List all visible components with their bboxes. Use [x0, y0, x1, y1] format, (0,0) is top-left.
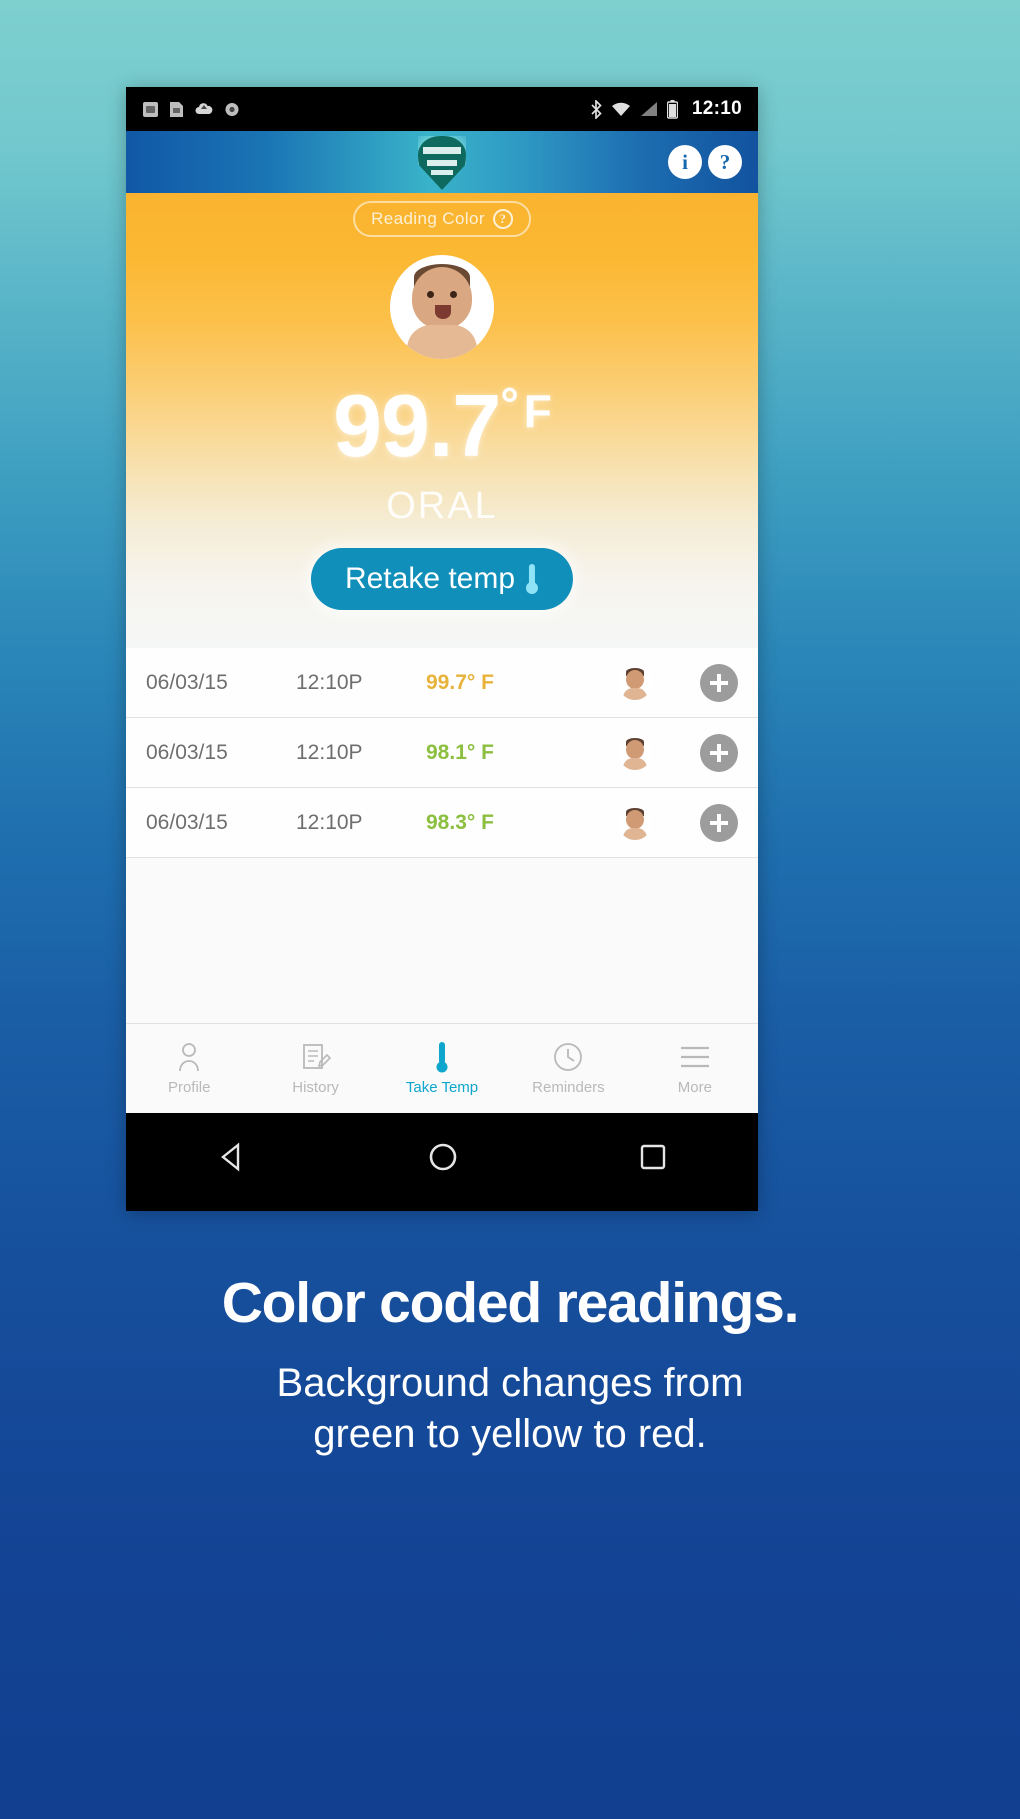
- tab-label: Take Temp: [405, 1079, 479, 1096]
- tab-more[interactable]: More: [632, 1024, 758, 1113]
- reading-color-legend-button[interactable]: Reading Color ?: [353, 201, 531, 237]
- person-icon: [176, 1041, 202, 1073]
- add-note-button[interactable]: [700, 733, 738, 772]
- thermometer-icon: [525, 564, 539, 594]
- row-date: 06/03/15: [146, 810, 228, 834]
- row-time: 12:10P: [296, 740, 363, 764]
- kinsa-shield-logo-icon: [418, 136, 466, 190]
- info-icon[interactable]: i: [668, 145, 702, 179]
- current-temperature: 99.7° F: [126, 375, 758, 477]
- question-glyph: ?: [499, 211, 507, 226]
- table-row[interactable]: 06/03/15 12:10P 98.1° F: [126, 718, 758, 788]
- row-time: 12:10P: [296, 810, 363, 834]
- bottom-tab-bar: Profile History Take Temp Reminders More: [126, 1023, 758, 1113]
- tab-label: Reminders: [532, 1079, 605, 1096]
- baby-avatar-icon: [390, 255, 494, 359]
- reading-mode-label: ORAL: [386, 485, 498, 527]
- tab-profile[interactable]: Profile: [126, 1024, 252, 1113]
- row-date: 06/03/15: [146, 740, 228, 764]
- sync-icon: [225, 102, 239, 116]
- tab-take-temp[interactable]: Take Temp: [379, 1024, 505, 1113]
- sd-card-icon: [170, 101, 183, 117]
- recents-icon[interactable]: [637, 1141, 669, 1173]
- row-avatar: [602, 805, 668, 840]
- tab-label: Profile: [167, 1079, 211, 1096]
- app-header: i ?: [126, 131, 758, 193]
- battery-icon: [666, 99, 678, 119]
- status-right-icons: 12:10: [590, 98, 742, 120]
- reading-history-list: 06/03/15 12:10P 99.7° F 06/03/15 12:10P …: [126, 648, 758, 1023]
- wifi-icon: [611, 102, 630, 116]
- bluetooth-icon: [591, 99, 602, 119]
- status-left-icons: [142, 101, 241, 118]
- info-glyph: i: [682, 149, 688, 174]
- tab-reminders[interactable]: Reminders: [505, 1024, 631, 1113]
- signal-icon: [640, 102, 657, 116]
- row-add-cell: [668, 663, 738, 702]
- android-status-bar: 12:10: [126, 87, 758, 131]
- header-actions: i ?: [668, 145, 742, 179]
- add-note-button[interactable]: [700, 663, 738, 702]
- row-temperature: 98.1° F: [426, 740, 494, 764]
- row-date: 06/03/15: [146, 670, 228, 694]
- add-note-button[interactable]: [700, 803, 738, 842]
- reading-color-label: Reading Color: [371, 209, 485, 228]
- row-avatar: [602, 665, 668, 700]
- tab-label: More: [677, 1079, 712, 1096]
- tab-label: History: [292, 1079, 339, 1096]
- note-edit-icon: [301, 1041, 331, 1073]
- android-nav-bar: [126, 1113, 758, 1201]
- status-clock: 12:10: [691, 98, 742, 119]
- caption-title: Color coded readings.: [221, 1271, 800, 1335]
- avatar[interactable]: [390, 255, 494, 359]
- retake-temp-button[interactable]: Retake temp: [310, 548, 574, 610]
- baby-avatar-icon: [618, 665, 652, 700]
- phone-mockup: 12:10 i ? Reading Color ? 99.7° F ORAL R…: [126, 87, 758, 1211]
- temperature-unit: F: [523, 385, 552, 437]
- baby-avatar-icon: [618, 735, 652, 770]
- row-add-cell: [668, 803, 738, 842]
- cloud-icon: [195, 102, 213, 114]
- table-row[interactable]: 06/03/15 12:10P 98.3° F: [126, 788, 758, 858]
- back-icon[interactable]: [215, 1140, 249, 1174]
- caption-subtitle-line2: green to yellow to red.: [313, 1412, 707, 1457]
- question-mark-icon[interactable]: ?: [492, 209, 513, 229]
- clock-icon: [553, 1041, 583, 1073]
- row-time: 12:10P: [296, 670, 363, 694]
- row-add-cell: [668, 733, 738, 772]
- promo-caption: Color coded readings. Background changes…: [0, 1270, 1020, 1460]
- tab-history[interactable]: History: [252, 1024, 378, 1113]
- table-row[interactable]: 06/03/15 12:10P 99.7° F: [126, 648, 758, 718]
- degree-symbol: °: [500, 378, 518, 430]
- retake-temp-label: Retake temp: [344, 562, 516, 595]
- hamburger-icon: [679, 1041, 711, 1073]
- row-avatar: [602, 735, 668, 770]
- temperature-value: 99.7: [333, 376, 501, 475]
- caption-subtitle: Background changes from green to yellow …: [40, 1358, 980, 1460]
- baby-avatar-icon: [618, 805, 652, 840]
- caption-subtitle-line1: Background changes from: [276, 1361, 744, 1405]
- sim-icon: [143, 101, 158, 117]
- home-icon[interactable]: [426, 1140, 460, 1174]
- row-temperature: 98.3° F: [426, 810, 494, 834]
- help-glyph: ?: [719, 149, 731, 174]
- thermometer-icon: [434, 1041, 450, 1073]
- history-empty-space: [126, 858, 758, 1023]
- row-temperature: 99.7° F: [426, 670, 494, 694]
- temperature-reading-panel: Reading Color ? 99.7° F ORAL Retake temp: [126, 193, 758, 648]
- help-icon[interactable]: ?: [708, 145, 742, 179]
